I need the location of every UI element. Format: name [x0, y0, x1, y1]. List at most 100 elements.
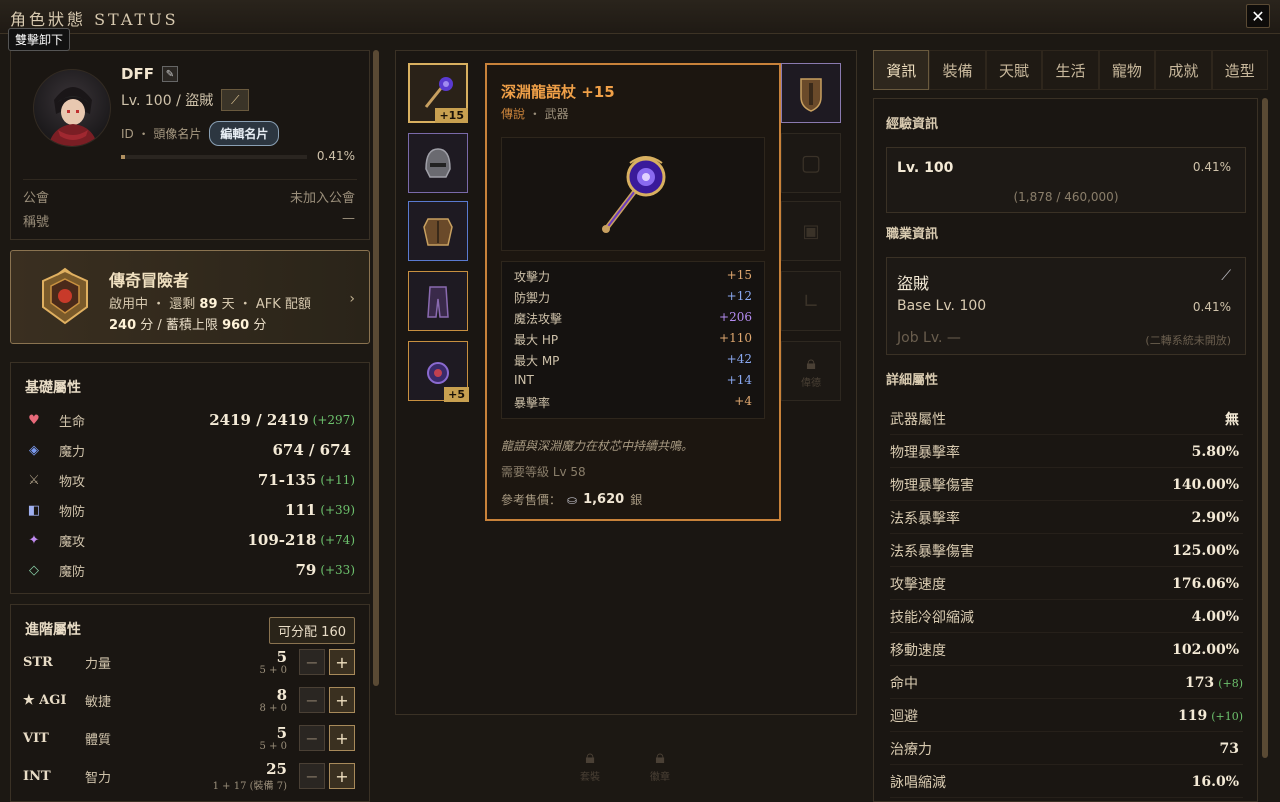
- detail-stat-value: 173: [1184, 674, 1215, 691]
- weapon-enhance-badge: +15: [435, 108, 468, 123]
- basic-stat-row: ◈ 魔力 674 / 674: [23, 435, 355, 465]
- advanced-stat-row: VIT 體質 5 5 + 0− +: [23, 719, 355, 757]
- item-stat-name: 防禦力: [514, 291, 551, 305]
- decrease-button[interactable]: −: [299, 725, 325, 751]
- detail-stat-name: 移動速度: [890, 642, 946, 659]
- attr-value: 8: [276, 685, 287, 704]
- armor-slot[interactable]: [408, 201, 468, 261]
- legs-slot[interactable]: [408, 271, 468, 331]
- item-type-separator: ・: [525, 107, 545, 121]
- price-value: 1,620: [583, 492, 625, 507]
- item-stat-name: 最大 HP: [514, 333, 559, 347]
- job-info-box: 盜賊 ⟋ Base Lv. 100 0.41% Job Lv. — (二轉系統未…: [886, 257, 1246, 355]
- advanced-stats-panel: 進階屬性 可分配 160 STR 力量 5 5 + 0− + ★ AGI 敏捷 8 8 + 0−…: [10, 604, 370, 802]
- chevron-right-icon[interactable]: ›: [349, 291, 355, 307]
- dagger-icon: ⟋: [1221, 268, 1231, 284]
- detail-stat-value-wrap: 16.0%: [1192, 774, 1243, 790]
- badge-lock-slot[interactable]: 🔒︎ 徽章: [630, 735, 690, 795]
- item-rarity: 傳說: [501, 107, 526, 121]
- set-lock-slot[interactable]: 🔒︎ 套裝: [560, 735, 620, 795]
- empty-slot-3[interactable]: ∟: [781, 271, 841, 331]
- level-class: Lv. 100 / 盜賊: [121, 93, 214, 109]
- stat-icon: ✦: [28, 532, 40, 548]
- detail-stat-name: 技能冷卻縮減: [890, 609, 974, 626]
- detail-stat-value: 5.80%: [1191, 443, 1239, 460]
- item-stat-value: +14: [726, 373, 752, 387]
- exp-percent: 0.41%: [316, 149, 355, 163]
- detail-stat-name: 物理暴擊傷害: [890, 477, 974, 494]
- attr-key: ★ AGI: [23, 692, 67, 708]
- attr-value-block: 25 1 + 17 (裝備 7): [213, 761, 287, 792]
- tab-6[interactable]: 造型: [1211, 50, 1268, 90]
- legend-cap-value: 960: [222, 318, 250, 333]
- class-weapon-icon[interactable]: ⟋: [221, 89, 250, 111]
- basic-stat-row: ✦ 魔攻 109-218 (+74): [23, 525, 355, 555]
- detail-stat-row: 攻擊速度 176.06%: [890, 568, 1243, 600]
- lock-icon: 🔒︎: [655, 747, 665, 768]
- boot-icon: ∟: [802, 289, 820, 313]
- basic-stats-title: 基礎屬性: [25, 380, 81, 396]
- increase-button[interactable]: +: [329, 649, 355, 675]
- item-image: [501, 137, 765, 251]
- detail-stat-name: 武器屬性: [890, 411, 946, 428]
- item-stat-row: 暴擊率 +4: [514, 394, 752, 415]
- attr-breakdown: 5 + 0: [259, 740, 287, 752]
- guild-value: 未加入公會: [289, 191, 355, 206]
- tab-0[interactable]: 資訊: [873, 50, 930, 90]
- title-value: —: [342, 211, 355, 226]
- increase-button[interactable]: +: [329, 763, 355, 789]
- job-level-note: (二轉系統未開放): [1145, 334, 1231, 347]
- detail-stat-row: 移動速度 102.00%: [890, 634, 1243, 666]
- decrease-button[interactable]: −: [299, 763, 325, 789]
- tab-3[interactable]: 生活: [1042, 50, 1099, 90]
- weapon-slot[interactable]: +15: [408, 63, 468, 123]
- decrease-button[interactable]: −: [299, 687, 325, 713]
- close-button[interactable]: ✕: [1246, 4, 1270, 28]
- tab-2[interactable]: 天賦: [985, 50, 1043, 90]
- increase-button[interactable]: +: [329, 725, 355, 751]
- allocate-points-button[interactable]: 可分配 160: [269, 617, 355, 644]
- tab-5[interactable]: 成就: [1155, 50, 1212, 90]
- increase-button[interactable]: +: [329, 687, 355, 713]
- stat-value: 2419 / 2419: [209, 411, 309, 429]
- tab-1[interactable]: 裝備: [929, 50, 986, 90]
- accessory-slot[interactable]: +5: [408, 341, 469, 402]
- detail-stat-value: 140.00%: [1172, 476, 1239, 493]
- helmet-slot[interactable]: [408, 133, 468, 193]
- advanced-stat-row: ★ AGI 敏捷 8 8 + 0− +: [23, 681, 355, 719]
- id-label: ID ・ 頭像名片: [121, 127, 202, 141]
- base-level: Base Lv. 100: [897, 298, 987, 314]
- detail-stat-value-wrap: 2.90%: [1192, 510, 1243, 526]
- item-stat-value: +206: [719, 310, 752, 324]
- rename-icon[interactable]: ✎: [161, 66, 178, 82]
- empty-slot-2[interactable]: ▣: [781, 201, 841, 261]
- armor-icon: [423, 218, 453, 246]
- tab-4[interactable]: 寵物: [1098, 50, 1156, 90]
- decrease-button[interactable]: −: [299, 649, 325, 675]
- lock-icon: 🔒︎: [806, 353, 816, 374]
- item-stat-row: 防禦力 +12: [514, 289, 752, 310]
- detail-stat-value-wrap: 102.00%: [1172, 642, 1243, 658]
- edit-card-button[interactable]: 編輯名片: [209, 121, 280, 146]
- attr-value: 5: [276, 723, 287, 742]
- legend-days: 89: [199, 297, 218, 312]
- legend-adventurer-card[interactable]: 傳奇冒險者 啟用中 ・ 還剩 89 天 ・ AFK 配額 240 分 / 蓄積上…: [10, 250, 370, 344]
- locked-side-slot[interactable]: 🔒︎ 偉德: [781, 341, 841, 401]
- staff-icon: [602, 156, 666, 233]
- currency-label: 銀: [630, 493, 643, 507]
- legend-score-value: 240: [109, 318, 137, 333]
- avatar[interactable]: [33, 69, 111, 147]
- left-scrollbar[interactable]: [373, 50, 379, 686]
- shield-slot[interactable]: [781, 63, 841, 123]
- detail-stat-row: 武器屬性 無: [890, 403, 1243, 435]
- detail-stats-title: 詳細屬性: [886, 373, 939, 388]
- attr-name: 體質: [85, 732, 112, 748]
- attr-name: 力量: [85, 656, 112, 672]
- basic-stat-row: ◇ 魔防 79 (+33): [23, 555, 355, 585]
- right-scrollbar[interactable]: [1262, 98, 1268, 758]
- detail-stat-row: 詠唱縮減 16.0%: [890, 766, 1243, 798]
- guild-row: 公會 未加入公會: [23, 187, 355, 206]
- empty-slot-1[interactable]: ▢: [781, 133, 841, 193]
- detail-stat-value: 73: [1219, 740, 1239, 757]
- stat-name: 物防: [59, 504, 86, 520]
